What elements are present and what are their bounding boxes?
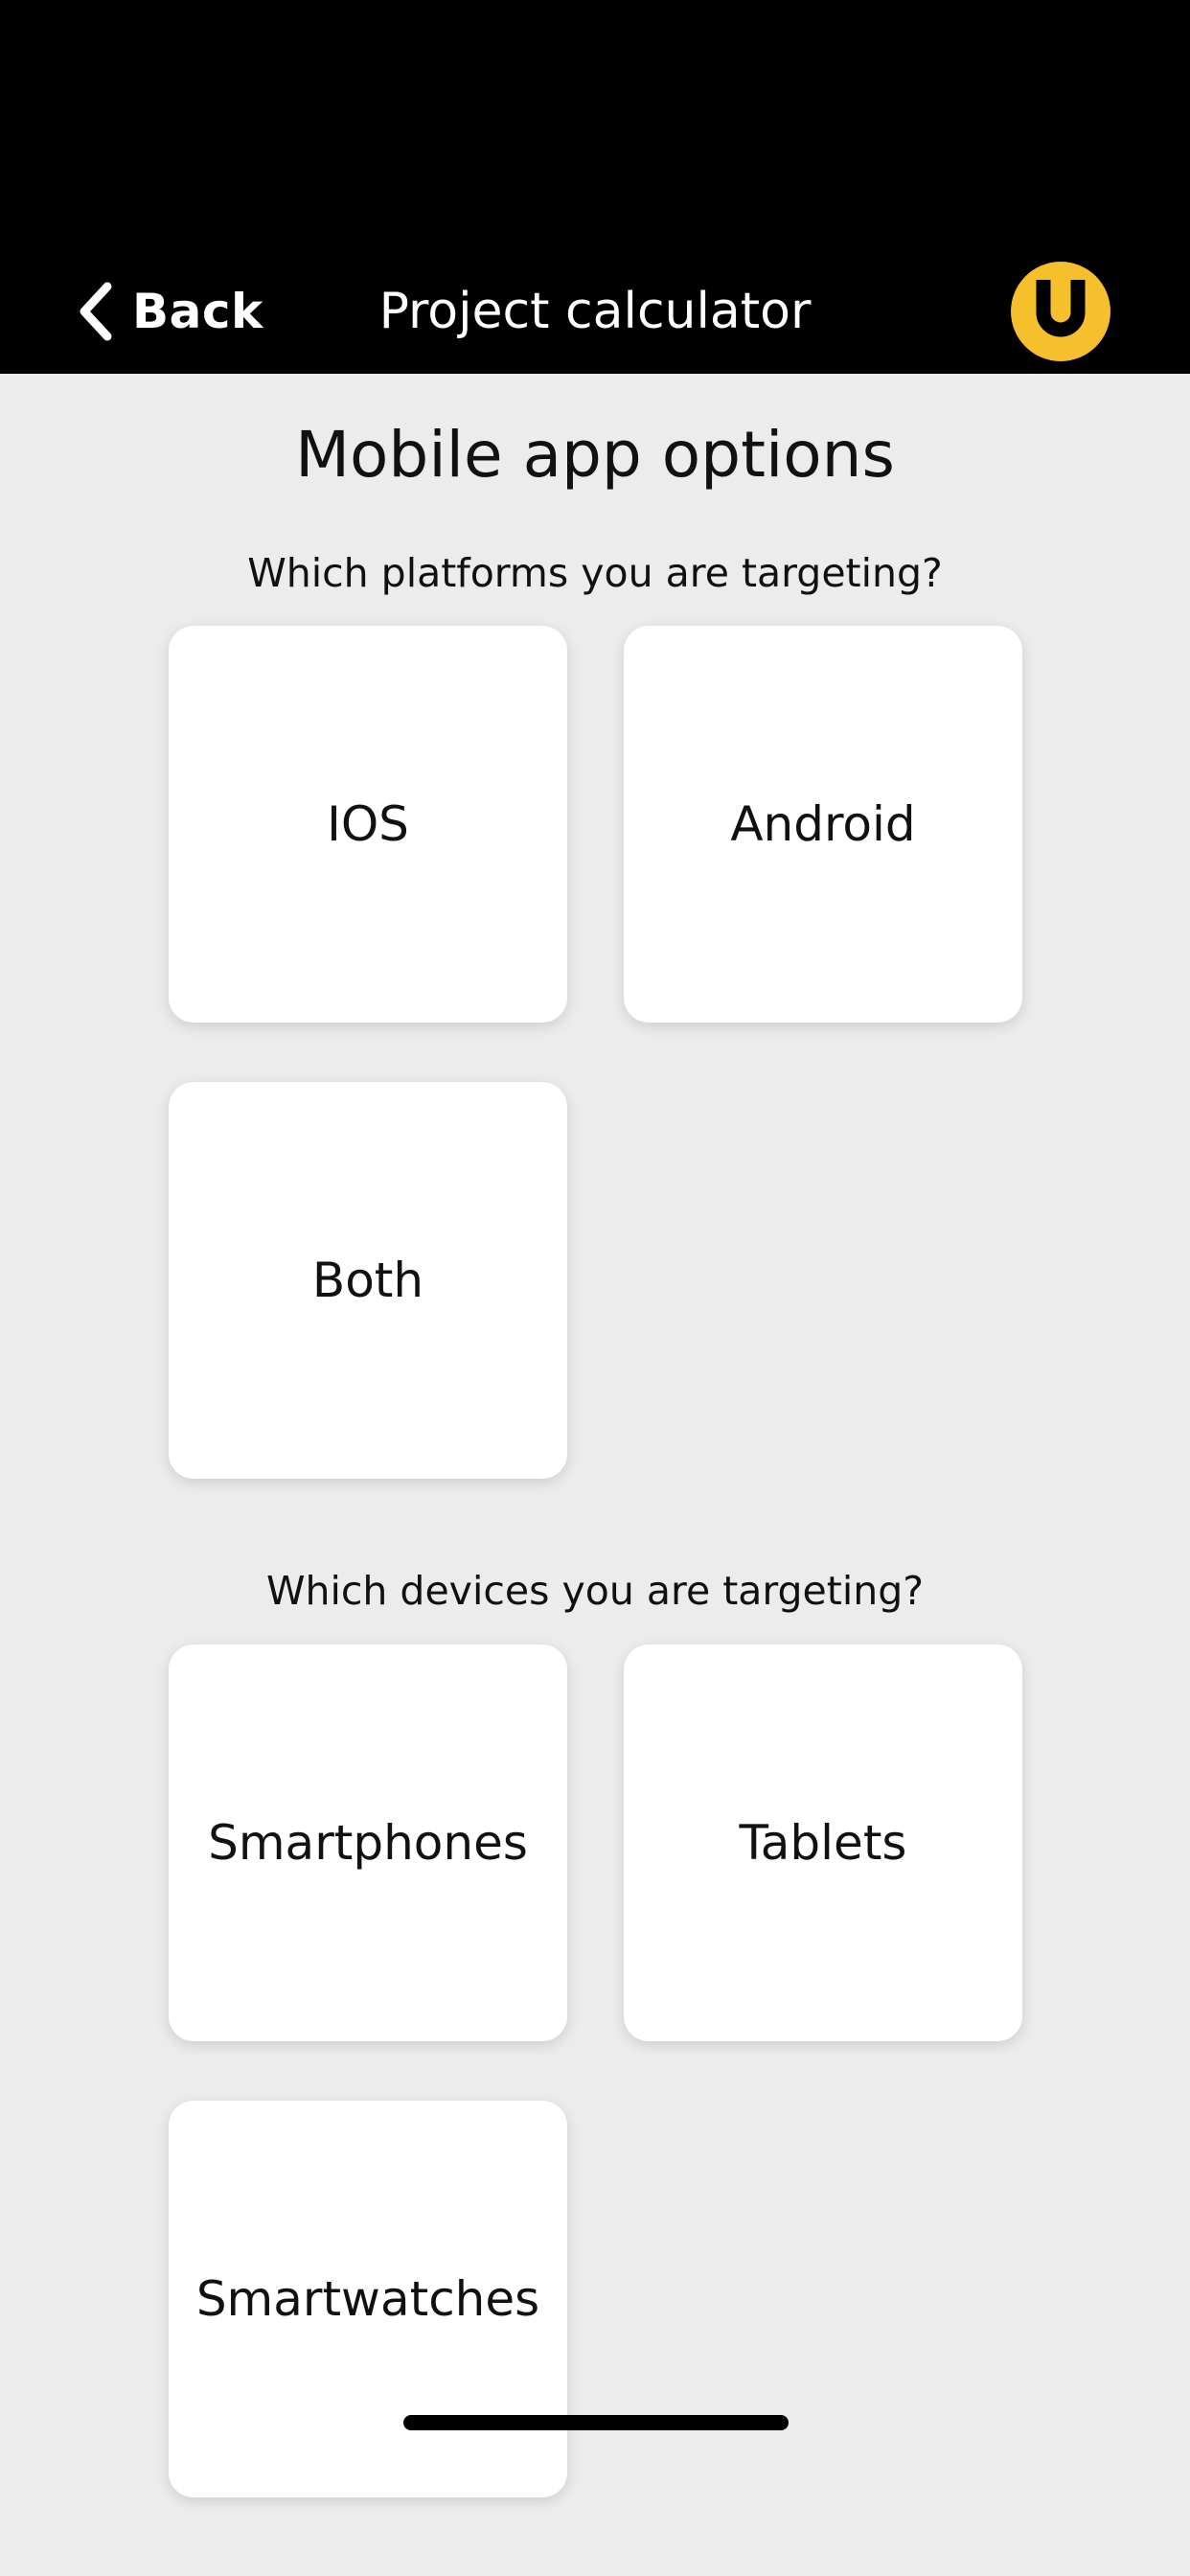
page-title: Mobile app options [295,418,895,492]
back-button[interactable]: Back [77,278,263,345]
platform-option-both[interactable]: Both [169,1082,567,1479]
platforms-question: Which platforms you are targeting? [247,550,943,596]
devices-question: Which devices you are targeting? [265,1568,925,1614]
device-option-tablets[interactable]: Tablets [624,1644,1022,2041]
chevron-left-icon [80,282,112,341]
device-option-smartphones[interactable]: Smartphones [169,1644,567,2041]
navigation-bar: Back Project calculator [0,0,1190,374]
device-option-smartwatches[interactable]: Smartwatches [169,2101,567,2497]
back-label: Back [132,284,263,339]
app-logo-icon [1011,262,1110,361]
home-indicator [403,2415,789,2430]
platform-option-android[interactable]: Android [624,626,1022,1023]
platform-option-ios[interactable]: IOS [169,626,567,1023]
